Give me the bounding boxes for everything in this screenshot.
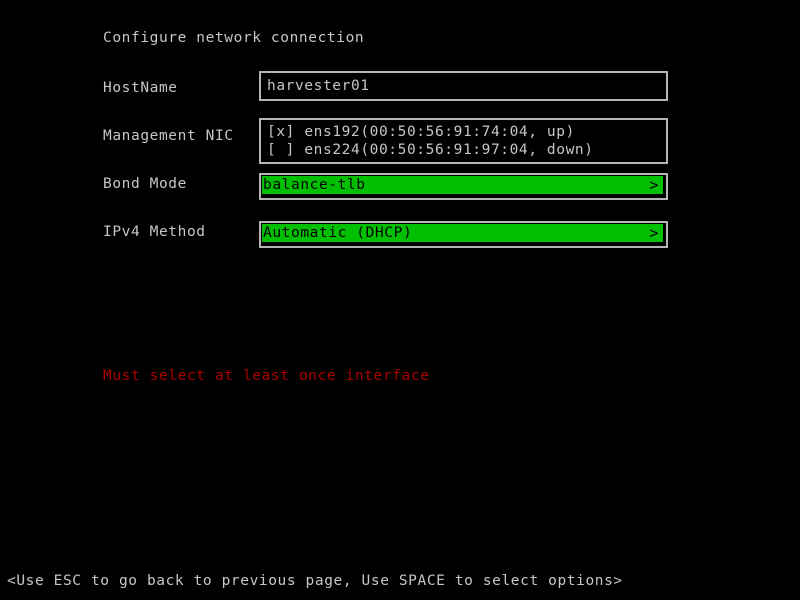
page-title: Configure network connection xyxy=(103,30,365,46)
management-nic-list[interactable]: [x] ens192(00:50:56:91:74:04, up) [ ] en… xyxy=(259,118,668,164)
ipv4-method-label: IPv4 Method xyxy=(103,224,206,240)
installer-screen: Configure network connection HostName ha… xyxy=(0,0,800,600)
list-item[interactable]: [ ] ens224(00:50:56:91:97:04, down) xyxy=(267,141,666,159)
list-item[interactable]: [x] ens192(00:50:56:91:74:04, up) xyxy=(267,123,666,141)
management-nic-label: Management NIC xyxy=(103,128,234,144)
chevron-right-icon[interactable]: > xyxy=(649,224,663,242)
nic-label: ens192(00:50:56:91:74:04, up) xyxy=(304,124,575,140)
hostname-label: HostName xyxy=(103,80,178,96)
nic-description xyxy=(295,124,304,140)
checkbox-icon[interactable]: [x] xyxy=(267,124,295,140)
footer-hint: <Use ESC to go back to previous page, Us… xyxy=(7,573,623,589)
ipv4-method-select[interactable]: Automatic (DHCP) > xyxy=(259,221,668,248)
bond-mode-select-inner[interactable]: balance-tlb > xyxy=(262,176,663,194)
checkbox-icon[interactable]: [ ] xyxy=(267,142,295,158)
hostname-input[interactable]: harvester01 xyxy=(259,71,668,101)
nic-description xyxy=(295,142,304,158)
bond-mode-select[interactable]: balance-tlb > xyxy=(259,173,668,200)
ipv4-method-value: Automatic (DHCP) xyxy=(263,225,413,241)
chevron-right-icon[interactable]: > xyxy=(649,176,663,194)
bond-mode-value: balance-tlb xyxy=(263,177,366,193)
error-message: Must select at least once interface xyxy=(103,368,430,384)
nic-label: ens224(00:50:56:91:97:04, down) xyxy=(304,142,594,158)
ipv4-method-select-inner[interactable]: Automatic (DHCP) > xyxy=(262,224,663,242)
bond-mode-label: Bond Mode xyxy=(103,176,187,192)
